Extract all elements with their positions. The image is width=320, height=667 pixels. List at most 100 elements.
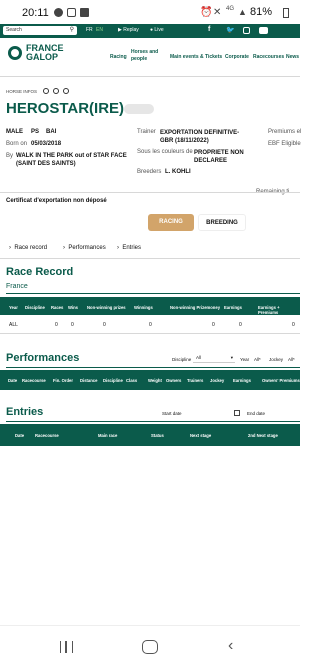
replay-link[interactable]: ▶ Replay — [118, 27, 139, 33]
performances-title: Performances — [6, 352, 80, 364]
calendar-icon[interactable] — [234, 410, 240, 416]
nav-corporate[interactable]: Corporate — [225, 54, 249, 60]
nav-news[interactable]: News — [286, 54, 299, 60]
column-header[interactable]: Fin. Order — [53, 378, 73, 383]
column-header: Races — [51, 305, 64, 310]
column-header[interactable]: Racecourse — [22, 378, 46, 383]
twitter-share-icon[interactable] — [53, 88, 59, 94]
column-header[interactable]: Trainers — [187, 378, 203, 383]
nav-racecourses[interactable]: Racecourses — [253, 54, 284, 60]
column-header: Wins — [68, 305, 78, 310]
recent-apps-icon[interactable] — [60, 641, 73, 653]
tab-racing[interactable]: RACING — [148, 214, 194, 231]
alarm-icon: ⏰ — [200, 7, 213, 18]
column-header: Main race — [98, 433, 118, 438]
table-row: ALL 0 0 0 0 0 0 0 — [0, 318, 300, 332]
facebook-icon[interactable]: f — [208, 26, 210, 33]
main-nav: FRANCE GALOP Racing Horses and people Ma… — [0, 38, 300, 76]
search-input[interactable]: Search ⚲ — [3, 26, 77, 35]
nav-racing[interactable]: Racing — [110, 54, 127, 60]
column-header: Weight — [148, 378, 162, 383]
logo-icon[interactable] — [8, 46, 22, 60]
born-date: 05/03/2018 — [31, 141, 62, 147]
race-record-header: Year Discipline Races Wins Non-winning p… — [0, 297, 300, 315]
follow-button[interactable] — [124, 104, 154, 114]
column-header[interactable]: Date — [8, 378, 17, 383]
horse-breed: PS — [31, 129, 40, 135]
live-link[interactable]: ● Live — [150, 27, 164, 33]
born-label: Born on — [6, 141, 28, 147]
instagram-icon[interactable] — [243, 27, 250, 34]
column-header[interactable]: Discipline — [103, 378, 123, 383]
jockey-select[interactable]: All* — [288, 357, 295, 362]
divider — [6, 421, 300, 422]
discipline-select[interactable]: All ▾ — [193, 355, 235, 363]
facebook-share-icon[interactable] — [43, 88, 49, 94]
mute-icon: ✕ — [213, 7, 222, 18]
anchor-entries[interactable]: › Entries — [117, 245, 141, 251]
battery-text: 81% — [250, 6, 273, 18]
mail-share-icon[interactable] — [63, 88, 69, 94]
column-header[interactable]: Earnings — [233, 378, 251, 383]
nav-events[interactable]: Main events & Tickets — [170, 54, 222, 60]
youtube-icon[interactable] — [259, 27, 268, 34]
signal-icon: ▲ — [238, 7, 247, 17]
divider — [6, 293, 300, 294]
column-header[interactable]: Distance — [80, 378, 97, 383]
home-icon[interactable] — [142, 640, 158, 654]
back-icon[interactable]: ‹ — [228, 637, 233, 655]
entries-title: Entries — [6, 406, 44, 418]
logo-text[interactable]: FRANCE GALOP — [26, 44, 64, 62]
ebf-label: EBF Eligible — [268, 141, 301, 147]
anchor-race-record[interactable]: › Race record — [9, 245, 47, 251]
start-date-input[interactable]: Start date — [162, 411, 182, 416]
battery-icon — [283, 8, 289, 18]
anchor-performances[interactable]: › Performances — [63, 245, 106, 251]
horse-sex: MALE — [6, 129, 23, 135]
table-cell: 0 — [292, 322, 295, 328]
lang-fr[interactable]: FR — [86, 27, 93, 33]
column-header: Racecourse — [35, 433, 59, 438]
messenger-icon — [54, 8, 63, 17]
nav-horses[interactable]: Horses and people — [131, 49, 161, 63]
colors-label: Sous les couleurs de — [137, 149, 193, 155]
top-bar: Search ⚲ FR EN ▶ Replay ● Live f 🐦 — [0, 24, 300, 38]
breeders-label: Breeders — [137, 169, 162, 175]
owner-value[interactable]: PROPRIETE NON DECLAREE — [194, 149, 244, 165]
table-cell: 0 — [149, 322, 152, 328]
table-cell: 0 — [55, 322, 58, 328]
horse-name: HEROSTAR(IRE) — [6, 100, 125, 117]
twitter-icon[interactable]: 🐦 — [226, 26, 235, 34]
discipline-filter-label: Discipline — [172, 357, 192, 362]
column-header: Earnings + Premiums — [258, 305, 280, 315]
race-record-country: France — [6, 283, 28, 290]
column-header[interactable]: Jockey — [210, 378, 224, 383]
column-header: Winnings — [134, 305, 153, 310]
android-nav-bar: ‹ — [0, 625, 300, 667]
column-header[interactable]: Owners — [166, 378, 181, 383]
chevron-down-icon: ▾ — [230, 355, 233, 360]
table-cell: 0 — [71, 322, 74, 328]
trainer-value[interactable]: EXPORTATION DEFINITIVE-GBR (18/11/2022) — [160, 129, 240, 145]
lang-en[interactable]: EN — [96, 27, 103, 33]
divider — [6, 367, 300, 368]
end-date-input[interactable]: End date — [247, 411, 265, 416]
pedigree-link[interactable]: WALK IN THE PARK out of STAR FACE (SAINT… — [16, 152, 128, 168]
entries-header: Date Racecourse Main race Status Next st… — [0, 424, 300, 446]
horse-color: BAI — [46, 129, 57, 135]
column-header: Date — [15, 433, 25, 438]
search-icon[interactable]: ⚲ — [70, 26, 74, 35]
column-header[interactable]: Class — [126, 378, 137, 383]
divider — [0, 258, 300, 259]
column-header[interactable]: Owners' Premiums — [262, 378, 300, 383]
year-select[interactable]: All* — [254, 357, 261, 362]
breeder-value[interactable]: L. KOHLI — [165, 169, 191, 175]
column-header: Non-winning prizes — [87, 305, 126, 310]
table-cell: 0 — [103, 322, 106, 328]
check-icon — [80, 8, 89, 17]
tab-breeding[interactable]: BREEDING — [198, 214, 246, 231]
year-filter-label: Year — [240, 357, 250, 362]
column-header: 2nd Next stage — [248, 433, 278, 438]
column-header: Non-winning Prizemoney — [170, 305, 221, 310]
4g-icon: 4G — [226, 6, 235, 12]
